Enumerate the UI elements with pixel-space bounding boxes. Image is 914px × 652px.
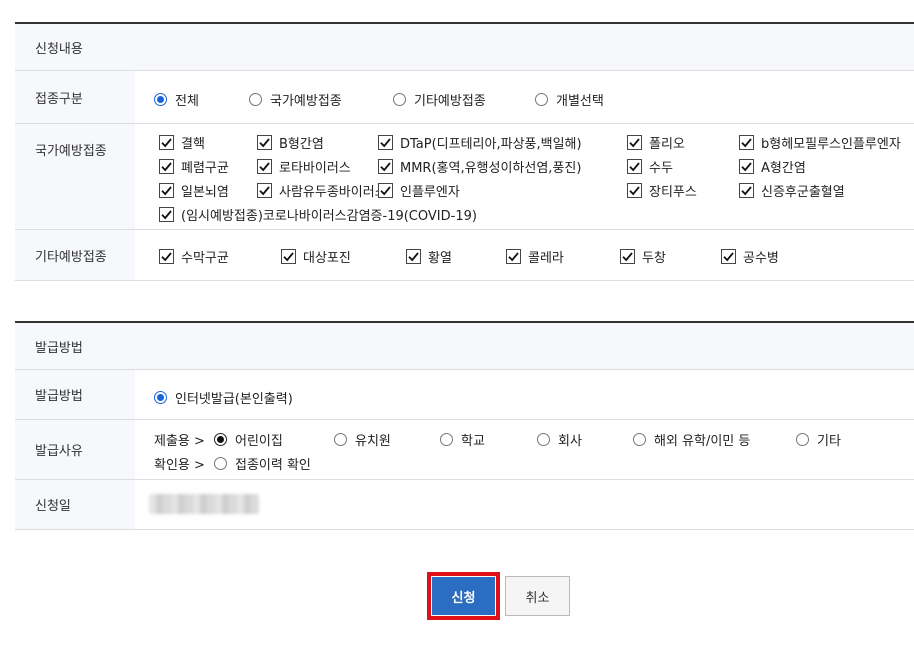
radio-history-check[interactable]: 접종이력 확인 <box>214 454 311 473</box>
row-label: 국가예방접종 <box>15 124 135 229</box>
cancel-button[interactable]: 취소 <box>505 576 570 616</box>
radio-icon[interactable] <box>796 433 809 446</box>
radio-all[interactable]: 전체 <box>154 90 199 109</box>
checkbox-national-item[interactable]: 신증후군출혈열 <box>739 181 845 200</box>
checkbox-checked-icon[interactable] <box>159 207 174 222</box>
checkbox-checked-icon[interactable] <box>406 249 421 264</box>
radio-overseas[interactable]: 해외 유학/이민 등 <box>633 430 750 449</box>
radio-etc[interactable]: 기타 <box>796 430 841 449</box>
radio-icon[interactable] <box>249 93 262 106</box>
checkbox-checked-icon[interactable] <box>281 249 296 264</box>
checkbox-checked-icon[interactable] <box>159 135 174 150</box>
checkbox-national-item[interactable]: 일본뇌염 <box>159 181 229 200</box>
checkbox-national-item[interactable]: DTaP(디프테리아,파상풍,백일해) <box>378 133 582 152</box>
checkbox-national-item[interactable]: (임시예방접종)코로나바이러스감염증-19(COVID-19) <box>159 205 477 224</box>
checkbox-national-item[interactable]: 인플루엔자 <box>378 181 460 200</box>
checkbox-national-item[interactable]: MMR(홍역,유행성이하선염,풍진) <box>378 157 581 176</box>
checkbox-national-item[interactable]: b형헤모필루스인플루엔자 <box>739 133 901 152</box>
radio-other[interactable]: 기타예방접종 <box>393 90 486 109</box>
checkbox-other-item[interactable]: 황열 <box>406 247 452 266</box>
radio-daycare[interactable]: 어린이집 <box>214 430 283 449</box>
checkbox-checked-icon[interactable] <box>620 249 635 264</box>
radio-icon[interactable] <box>440 433 453 446</box>
checkbox-checked-icon[interactable] <box>627 159 642 174</box>
radio-icon[interactable] <box>154 391 167 404</box>
checkbox-national-item[interactable]: 폐렴구균 <box>159 157 229 176</box>
radio-school[interactable]: 학교 <box>440 430 485 449</box>
row-label: 발급방법 <box>15 370 135 419</box>
checkbox-national-item[interactable]: 결핵 <box>159 133 205 152</box>
checkbox-checked-icon[interactable] <box>721 249 736 264</box>
checkbox-checked-icon[interactable] <box>257 183 272 198</box>
checkbox-national-item[interactable]: 로타바이러스 <box>257 157 351 176</box>
row-label: 발급사유 <box>15 420 135 479</box>
checkbox-checked-icon[interactable] <box>627 135 642 150</box>
radio-icon[interactable] <box>537 433 550 446</box>
checkbox-checked-icon[interactable] <box>257 135 272 150</box>
radio-icon[interactable] <box>535 93 548 106</box>
checkbox-other-item[interactable]: 콜레라 <box>506 247 564 266</box>
issue-method-section: 발급방법 발급방법 인터넷발급(본인출력) 발급사유 제출용 > 어린이집 유치… <box>15 321 914 530</box>
checkbox-other-item[interactable]: 대상포진 <box>281 247 351 266</box>
checkbox-national-item[interactable]: A형간염 <box>739 157 806 176</box>
apply-content-section: 신청내용 접종구분 전체 국가예방접종 기타예방접종 개별선택 국가예방접종 결… <box>15 22 914 281</box>
section-title: 발급방법 <box>15 321 914 370</box>
checkbox-other-item[interactable]: 공수병 <box>721 247 779 266</box>
issue-method-row: 발급방법 인터넷발급(본인출력) <box>15 370 914 420</box>
row-label: 신청일 <box>15 480 135 529</box>
radio-internet-issue[interactable]: 인터넷발급(본인출력) <box>154 388 293 407</box>
row-label: 접종구분 <box>15 71 135 123</box>
checkbox-national-item[interactable]: 장티푸스 <box>627 181 697 200</box>
national-vaccination-row: 국가예방접종 결핵 B형간염 DTaP(디프테리아,파상풍,백일해) 폴리오 b형헤모필… <box>15 124 914 230</box>
row-label: 기타예방접종 <box>15 230 135 280</box>
other-vaccination-row: 기타예방접종 수막구균 대상포진 황열 콜레라 두창 공수병 <box>15 230 914 281</box>
radio-icon[interactable] <box>633 433 646 446</box>
checkbox-other-item[interactable]: 두창 <box>620 247 666 266</box>
radio-icon[interactable] <box>214 457 227 470</box>
checkbox-national-item[interactable]: 수두 <box>627 157 673 176</box>
checkbox-checked-icon[interactable] <box>506 249 521 264</box>
checkbox-checked-icon[interactable] <box>257 159 272 174</box>
section-title: 신청내용 <box>15 22 914 71</box>
apply-date-value-redacted <box>149 494 259 514</box>
radio-kindergarten[interactable]: 유치원 <box>334 430 391 449</box>
checkbox-national-item[interactable]: 사람유두종바이러스 <box>257 181 387 200</box>
checkbox-checked-icon[interactable] <box>159 249 174 264</box>
checkbox-other-item[interactable]: 수막구균 <box>159 247 229 266</box>
checkbox-national-item[interactable]: 폴리오 <box>627 133 685 152</box>
submit-prefix: 제출용 > <box>154 434 205 449</box>
radio-icon[interactable] <box>214 433 227 446</box>
checkbox-checked-icon[interactable] <box>378 183 393 198</box>
apply-button[interactable]: 신청 <box>432 577 495 615</box>
checkbox-national-item[interactable]: B형간염 <box>257 133 324 152</box>
checkbox-checked-icon[interactable] <box>159 183 174 198</box>
checkbox-checked-icon[interactable] <box>739 159 754 174</box>
radio-icon[interactable] <box>334 433 347 446</box>
radio-icon[interactable] <box>154 93 167 106</box>
radio-individual[interactable]: 개별선택 <box>535 90 604 109</box>
checkbox-checked-icon[interactable] <box>159 159 174 174</box>
apply-date-row: 신청일 <box>15 480 914 530</box>
radio-icon[interactable] <box>393 93 406 106</box>
checkbox-checked-icon[interactable] <box>627 183 642 198</box>
category-row: 접종구분 전체 국가예방접종 기타예방접종 개별선택 <box>15 71 914 124</box>
radio-national[interactable]: 국가예방접종 <box>249 90 342 109</box>
checkbox-checked-icon[interactable] <box>739 183 754 198</box>
radio-company[interactable]: 회사 <box>537 430 582 449</box>
checkbox-checked-icon[interactable] <box>378 135 393 150</box>
checkbox-checked-icon[interactable] <box>378 159 393 174</box>
issue-reason-row: 발급사유 제출용 > 어린이집 유치원 학교 회사 해외 유학/이민 등 기타 … <box>15 420 914 480</box>
checkbox-checked-icon[interactable] <box>739 135 754 150</box>
confirm-prefix: 확인용 > <box>154 458 205 473</box>
